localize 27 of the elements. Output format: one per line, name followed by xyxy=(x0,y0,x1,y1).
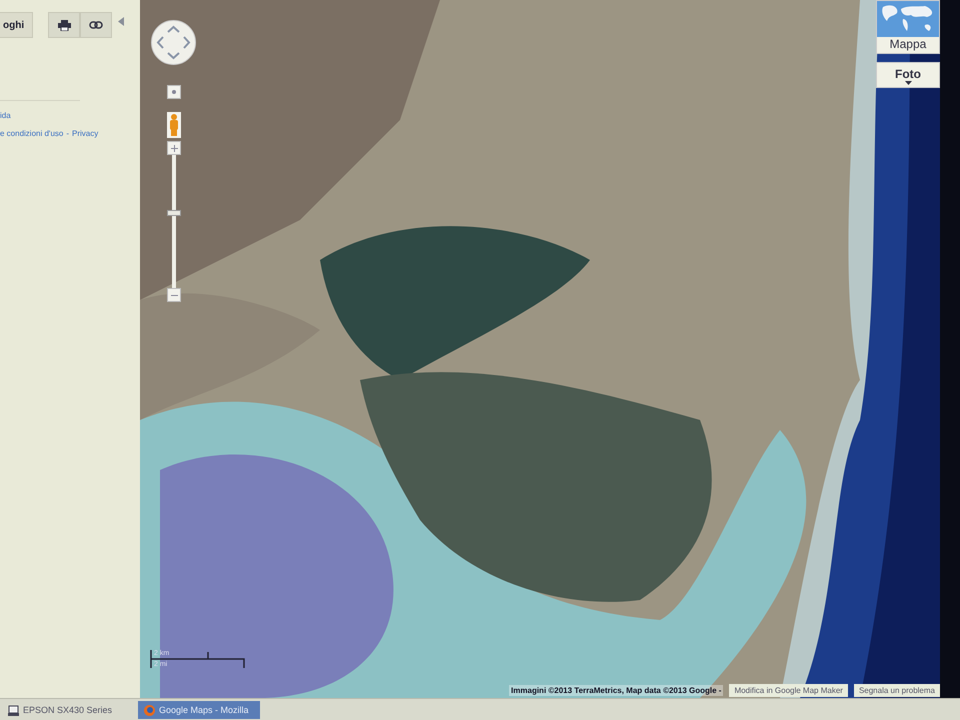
separator-text: - xyxy=(66,129,70,138)
zoom-dot-button[interactable] xyxy=(167,85,181,99)
plus-icon xyxy=(170,144,178,152)
taskbar-button[interactable]: Google Maps - Mozilla xyxy=(138,701,260,719)
scale-bar-icon xyxy=(150,648,246,670)
taskbar-button[interactable]: EPSON SX430 Series xyxy=(2,701,124,719)
zoom-in-button[interactable] xyxy=(167,141,181,155)
map-type-button[interactable]: Mappa xyxy=(876,0,940,54)
world-map-icon xyxy=(877,1,939,37)
caret-icon xyxy=(904,81,912,85)
terms-link[interactable]: e condizioni d'uso xyxy=(0,129,64,138)
map-type-button[interactable]: Foto xyxy=(876,62,940,88)
zoom-out-button[interactable] xyxy=(167,288,181,302)
link-button[interactable] xyxy=(80,12,112,38)
privacy-link[interactable]: Privacy xyxy=(72,129,98,138)
footer-link[interactable]: Modifica in Google Map Maker xyxy=(729,684,848,696)
print-button[interactable] xyxy=(48,12,80,38)
pan-control[interactable] xyxy=(151,20,196,65)
dot-icon xyxy=(172,90,176,94)
link-icon xyxy=(89,21,103,29)
sidebar-button[interactable]: oghi xyxy=(0,12,34,38)
footer-link[interactable]: Segnala un problema xyxy=(854,684,940,696)
collapse-arrow-icon[interactable] xyxy=(118,17,124,26)
attribution-text: Immagini ©2013 TerraMetrics, Map data ©2013 Google - xyxy=(509,684,724,696)
sidebar-link[interactable]: ida xyxy=(0,111,11,120)
pegman-icon[interactable] xyxy=(167,112,181,138)
globe-icon xyxy=(144,704,155,716)
